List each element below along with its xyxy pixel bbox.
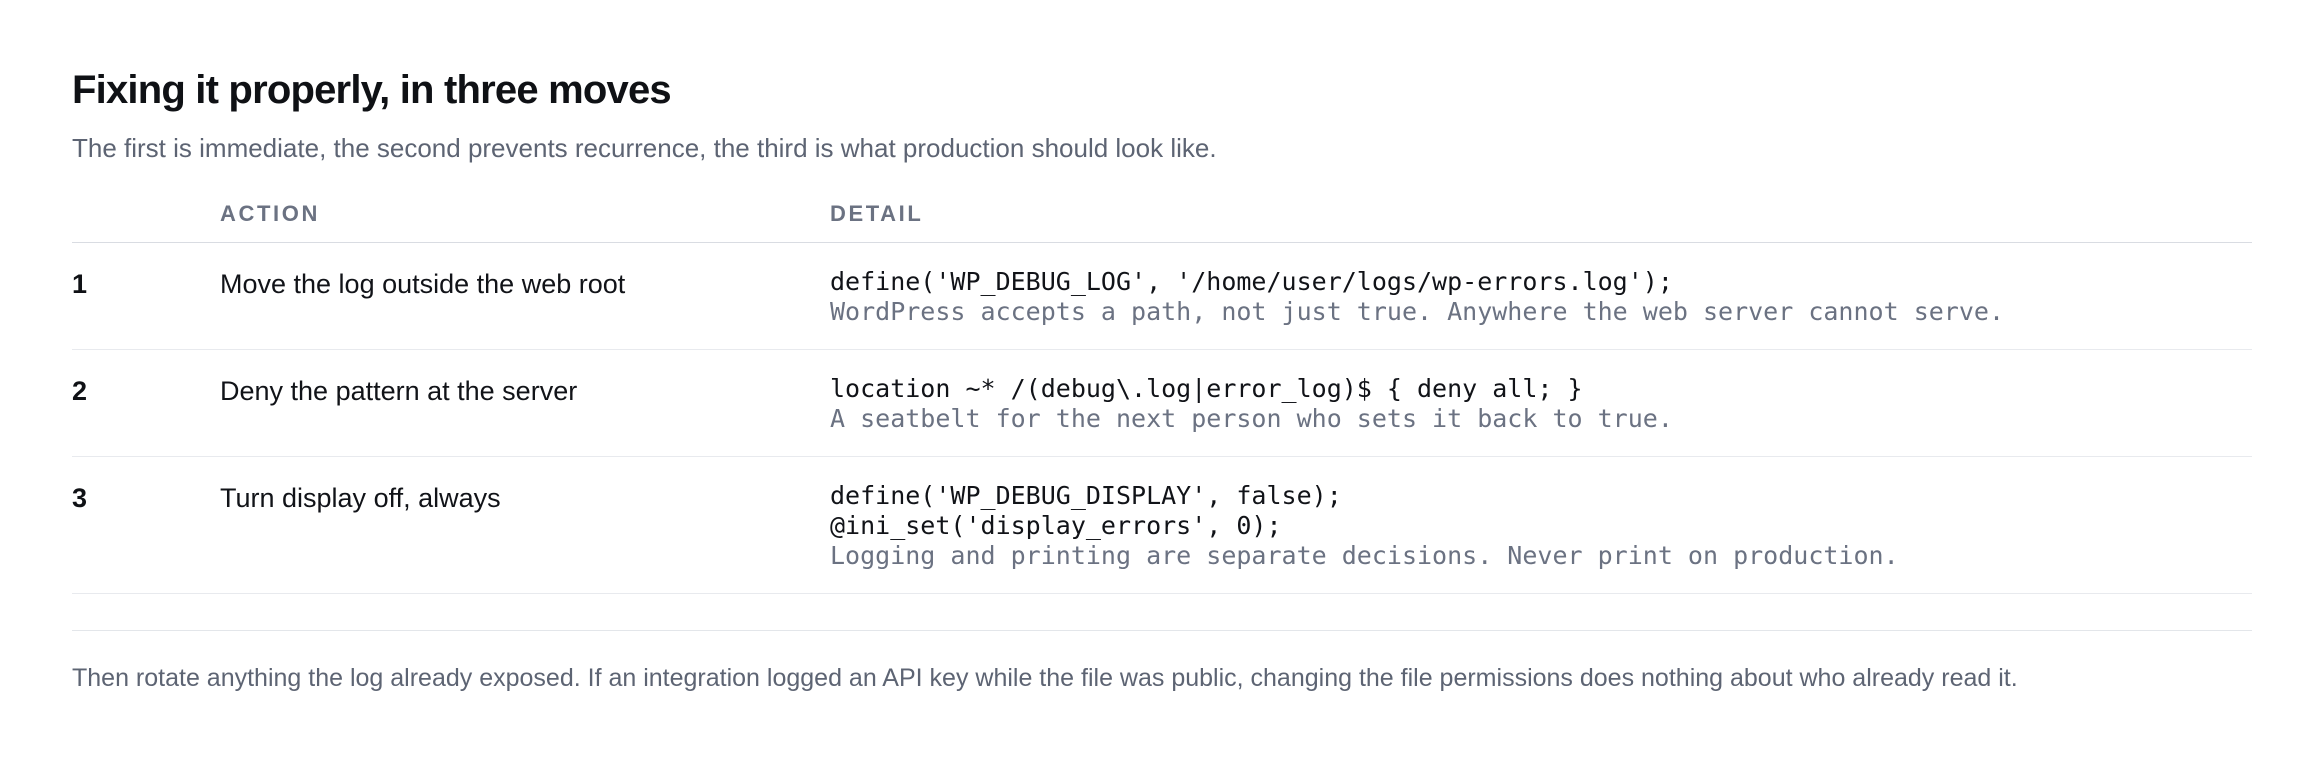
- header-action: ACTION: [220, 200, 830, 243]
- header-detail: DETAIL: [830, 200, 2252, 243]
- code-line: define('WP_DEBUG_LOG', '/home/user/logs/…: [830, 267, 1673, 296]
- footer-divider: [72, 630, 2252, 631]
- table-header-row: ACTION DETAIL: [72, 200, 2252, 243]
- table-row: 1 Move the log outside the web root defi…: [72, 242, 2252, 350]
- header-number: [72, 200, 220, 243]
- step-note: WordPress accepts a path, not just true.…: [830, 297, 2004, 326]
- table-row: 3 Turn display off, always define('WP_DE…: [72, 456, 2252, 594]
- step-action: Deny the pattern at the server: [220, 349, 830, 457]
- section-title: Fixing it properly, in three moves: [72, 68, 672, 112]
- step-detail: define('WP_DEBUG_DISPLAY', false); @ini_…: [830, 456, 2252, 594]
- step-action: Turn display off, always: [220, 456, 830, 594]
- fix-steps-section: Fixing it properly, in three moves The f…: [72, 64, 2252, 695]
- code-line: @ini_set('display_errors', 0);: [830, 511, 1282, 540]
- step-note: Logging and printing are separate decisi…: [830, 541, 1899, 570]
- footer-note: Then rotate anything the log already exp…: [72, 664, 2018, 692]
- step-detail: location ~* /(debug\.log|error_log)$ { d…: [830, 349, 2252, 457]
- step-number: 3: [72, 456, 220, 594]
- step-detail: define('WP_DEBUG_LOG', '/home/user/logs/…: [830, 242, 2252, 350]
- section-subtitle: The first is immediate, the second preve…: [72, 133, 1217, 163]
- step-action: Move the log outside the web root: [220, 242, 830, 350]
- table-row: 2 Deny the pattern at the server locatio…: [72, 349, 2252, 457]
- step-number: 1: [72, 242, 220, 350]
- step-number: 2: [72, 349, 220, 457]
- steps-table: ACTION DETAIL 1 Move the log outside the…: [72, 200, 2252, 594]
- code-line: define('WP_DEBUG_DISPLAY', false);: [830, 481, 1342, 510]
- step-note: A seatbelt for the next person who sets …: [830, 404, 1673, 433]
- code-line: location ~* /(debug\.log|error_log)$ { d…: [830, 374, 1583, 403]
